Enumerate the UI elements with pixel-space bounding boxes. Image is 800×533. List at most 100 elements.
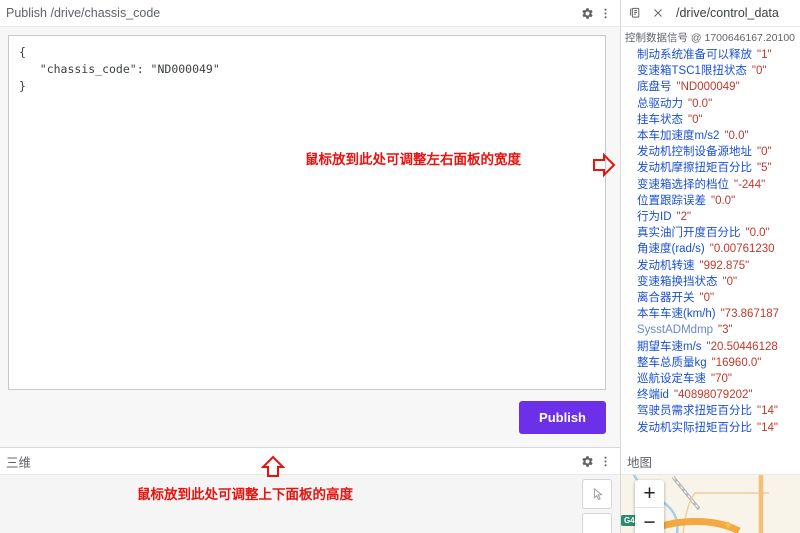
gear-icon[interactable] [578, 4, 596, 22]
control-data-key: 行为ID [637, 211, 672, 224]
control-data-key: 制动系统准备可以释放 [637, 49, 752, 61]
kebab-menu-icon[interactable] [596, 4, 614, 22]
document-copy-icon[interactable] [626, 4, 644, 22]
control-data-row: 离合器开关 "0" [625, 290, 800, 306]
threed-panel-title: 三维 [6, 455, 32, 470]
json-editor-input[interactable]: { "chassis_code": "ND000049" } [8, 35, 606, 390]
control-data-key: 巡航设定车速 [637, 373, 706, 386]
control-data-key: 本车车速(km/h) [637, 308, 716, 321]
control-data-row: 底盘号 "ND000049" [625, 79, 800, 95]
control-data-key: 真实油门开度百分比 [637, 227, 741, 240]
control-data-row: 位置跟踪误差 "0.0" [625, 193, 800, 209]
arrow-right-icon [592, 152, 616, 183]
control-data-row: 整车总质量kg "16960.0" [625, 355, 800, 371]
control-data-row: 总驱动力 "0.0" [625, 96, 800, 112]
control-data-key: 发动机实际扭矩百分比 [637, 421, 752, 434]
threed-tool-stack [582, 479, 612, 533]
publish-panel-header: Publish /drive/chassis_code [0, 0, 620, 27]
control-data-value: "ND000049" [676, 81, 740, 94]
control-data-row: 发动机实际扭矩百分比 "14" [625, 420, 800, 436]
control-data-row: 发动机转速 "992.875" [625, 258, 800, 274]
editor-area: { "chassis_code": "ND000049" } Publish [0, 27, 620, 447]
map-panel-header: 地图 [621, 448, 800, 475]
pointer-cursor-icon[interactable] [582, 479, 612, 509]
control-data-row: 变速箱TSC1限扭状态 "0" [625, 63, 800, 79]
publish-panel: Publish /drive/chassis_code { "chassis_c… [0, 0, 620, 447]
control-data-key: 发动机转速 [637, 259, 695, 272]
arrow-up-icon [260, 455, 286, 484]
control-data-value: "0" [688, 113, 703, 126]
control-data-panel: /drive/control_data 控制数据信号 @ 1700646167.… [621, 0, 800, 447]
kebab-menu-icon[interactable] [596, 452, 614, 470]
control-data-value: "14" [757, 421, 778, 434]
control-data-value: "992.875" [699, 259, 750, 272]
control-data-key: 变速箱换挡状态 [637, 275, 718, 288]
control-data-timestamp: 控制数据信号 @ 1700646167.20100 [625, 32, 796, 44]
control-data-key: 底盘号 [637, 81, 672, 94]
control-data-row: 驾驶员需求扭矩百分比 "14" [625, 403, 800, 419]
control-data-value: "20.50446128 [706, 340, 778, 353]
control-data-row: 期望车速m/s "20.50446128 [625, 339, 800, 355]
control-data-value: "2" [676, 211, 692, 224]
map-zoom-in-button[interactable]: + [635, 480, 664, 508]
control-data-row: 发动机摩擦扭矩百分比 "5" [625, 160, 800, 176]
control-data-value: "0.00761230 [709, 243, 775, 256]
control-data-row: 挂车状态 "0" [625, 112, 800, 128]
map-panel: 地图 + − G4 [621, 448, 800, 533]
control-data-row: 制动系统准备可以释放 "1" [625, 47, 800, 63]
gear-icon[interactable] [578, 452, 596, 470]
control-data-row: 真实油门开度百分比 "0.0" [625, 225, 800, 241]
control-data-value: "40898079202" [673, 389, 753, 402]
control-data-key: 发动机摩擦扭矩百分比 [637, 162, 752, 175]
control-data-row: 终端id "40898079202" [625, 387, 800, 403]
map-zoom-controls: + − [635, 480, 664, 533]
control-data-value: "0.0" [688, 97, 713, 110]
control-data-value: "0.0" [724, 130, 749, 143]
control-data-key: 离合器开关 [637, 292, 695, 305]
map-panel-title: 地图 [627, 455, 653, 470]
control-data-key: 变速箱TSC1限扭状态 [637, 65, 747, 78]
width-resize-hint: 鼠标放到此处可调整左右面板的宽度 [305, 152, 521, 167]
publish-button[interactable]: Publish [519, 401, 606, 434]
control-data-value: "5" [757, 162, 772, 175]
secondary-tool-button[interactable] [582, 513, 612, 533]
vertical-splitter[interactable] [620, 0, 621, 533]
map-viewport[interactable]: + − G4 [621, 475, 800, 533]
control-data-key: 挂车状态 [637, 113, 683, 126]
control-data-key: 发动机控制设备源地址 [637, 146, 752, 159]
close-icon[interactable] [649, 4, 667, 22]
control-data-key: 期望车速m/s [637, 340, 702, 353]
control-data-value: "-244" [734, 178, 766, 191]
threed-panel-header: 三维 [0, 448, 620, 475]
control-data-value: "1" [757, 49, 772, 61]
control-data-row: 行为ID "2" [625, 209, 800, 225]
publish-action-row: Publish [519, 401, 606, 434]
control-data-header: /drive/control_data [621, 0, 800, 27]
control-data-key: 整车总质量kg [637, 356, 707, 369]
control-data-key: 位置跟踪误差 [637, 194, 706, 207]
height-resize-hint: 鼠标放到此处可调整上下面板的高度 [137, 487, 353, 502]
control-data-value: "14" [757, 405, 778, 418]
control-data-value: "0" [722, 275, 738, 288]
control-data-key: SysstADMdmp [637, 324, 714, 337]
publish-panel-title: Publish /drive/chassis_code [6, 6, 161, 20]
control-data-path: /drive/control_data [676, 6, 779, 20]
control-data-value: "73.867187 [720, 308, 780, 321]
app-root: Publish /drive/chassis_code { "chassis_c… [0, 0, 800, 533]
map-zoom-out-button[interactable]: − [635, 508, 664, 533]
control-data-row: SysstADMdmp "3" [625, 322, 800, 338]
horizontal-splitter[interactable] [0, 447, 620, 448]
control-data-value: "0.0" [745, 227, 770, 240]
control-data-value: "0" [751, 65, 767, 78]
control-data-key: 变速箱选择的档位 [637, 178, 729, 191]
control-data-row: 本车车速(km/h) "73.867187 [625, 306, 800, 322]
control-data-row: 发动机控制设备源地址 "0" [625, 144, 800, 160]
control-data-row: 本车加速度m/s2 "0.0" [625, 128, 800, 144]
control-data-value: "0" [757, 146, 772, 159]
control-data-value: "0.0" [711, 194, 736, 207]
control-data-value: "0" [699, 292, 715, 305]
control-data-row: 角速度(rad/s) "0.00761230 [625, 241, 800, 257]
control-data-row: 变速箱换挡状态 "0" [625, 274, 800, 290]
control-data-key: 终端id [637, 389, 669, 402]
control-data-list[interactable]: 控制数据信号 @ 1700646167.20100 制动系统准备可以释放 "1" 变… [621, 27, 800, 447]
